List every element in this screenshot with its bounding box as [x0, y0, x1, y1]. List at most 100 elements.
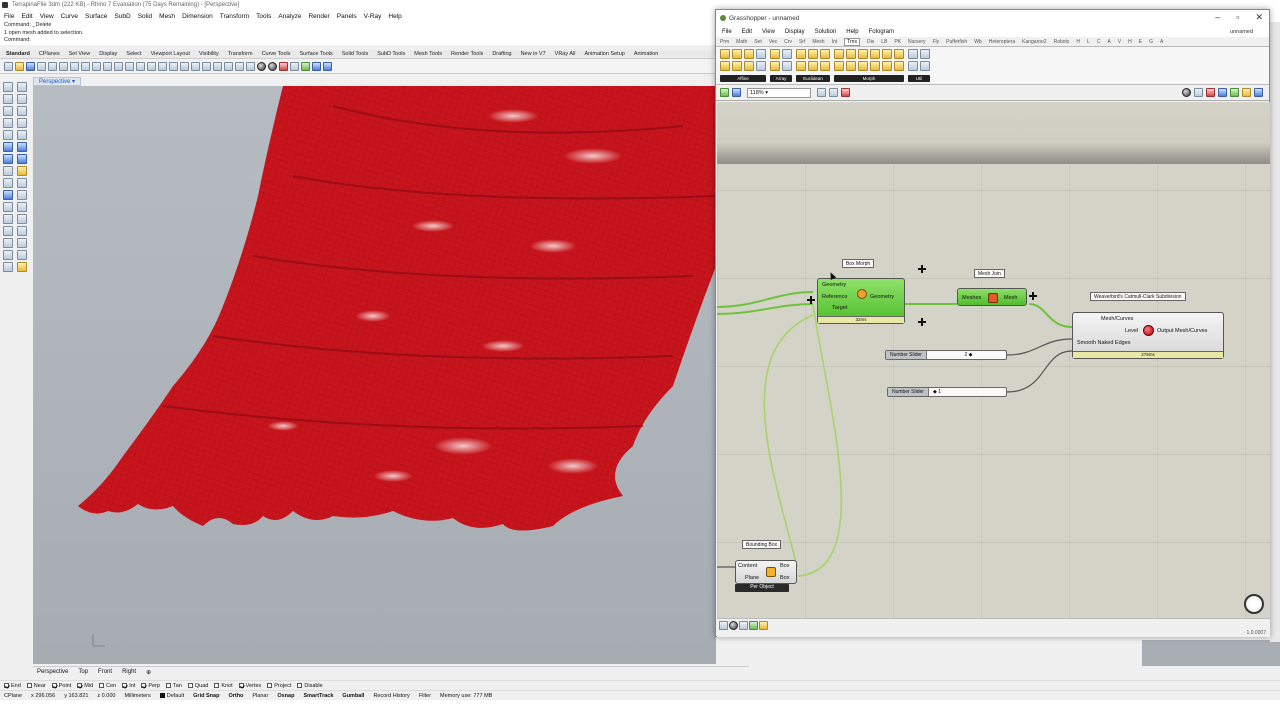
- morph-icon[interactable]: [894, 49, 904, 59]
- grasshopper-icon[interactable]: [301, 61, 310, 71]
- extrude-icon[interactable]: [17, 142, 27, 152]
- cut-icon[interactable]: [59, 61, 68, 71]
- morph-icon[interactable]: [882, 61, 892, 71]
- gh-tab[interactable]: Heteroptera: [989, 39, 1015, 45]
- gh-tab[interactable]: G: [1149, 39, 1153, 45]
- split-icon[interactable]: [3, 202, 13, 212]
- tab-display[interactable]: Display: [99, 51, 117, 57]
- grid-icon[interactable]: [180, 61, 189, 71]
- tab-subd-tools[interactable]: SubD Tools: [377, 51, 405, 57]
- minimize-icon[interactable]: –: [1215, 12, 1220, 23]
- euclidean-icon[interactable]: [796, 61, 806, 71]
- menu-analyze[interactable]: Analyze: [278, 13, 301, 20]
- offset-icon[interactable]: [17, 178, 27, 188]
- tab-render-tools[interactable]: Render Tools: [451, 51, 483, 57]
- affine-icon[interactable]: [756, 49, 766, 59]
- gh-tab[interactable]: Mesh: [812, 39, 824, 45]
- menu-tools[interactable]: Tools: [256, 13, 271, 20]
- array-icon[interactable]: [770, 49, 780, 59]
- menu-vray[interactable]: V-Ray: [364, 13, 382, 20]
- status-osnap[interactable]: Osnap: [277, 693, 294, 699]
- select-icon[interactable]: [202, 61, 211, 71]
- zoom-selected-icon[interactable]: [158, 61, 167, 71]
- tab-drafting[interactable]: Drafting: [492, 51, 511, 57]
- mesh-join-component[interactable]: Meshes Mesh: [957, 288, 1027, 306]
- gh-tab[interactable]: Robots: [1054, 39, 1070, 45]
- catmull-clark-component[interactable]: Mesh/Curves Level Smooth Naked Edges Out…: [1072, 312, 1224, 359]
- gh-tab-trns[interactable]: Trns: [844, 37, 860, 46]
- gh-tab[interactable]: H: [1128, 39, 1132, 45]
- layers-icon[interactable]: [235, 61, 244, 71]
- viewport-tab-right[interactable]: Right: [122, 669, 136, 675]
- fillet-icon[interactable]: [3, 178, 13, 188]
- input-mesh-curves[interactable]: Mesh/Curves: [1101, 316, 1133, 322]
- number-slider-level[interactable]: Number Slider 2 ◆: [885, 350, 1007, 360]
- tab-solid-tools[interactable]: Solid Tools: [342, 51, 369, 57]
- boolean-union-icon[interactable]: [3, 190, 13, 200]
- osnap-cen[interactable]: Cen: [99, 683, 116, 689]
- preview-quality-icon[interactable]: [1230, 88, 1239, 97]
- vray-icon[interactable]: [312, 61, 321, 71]
- navigation-compass-icon[interactable]: [1244, 594, 1264, 614]
- osnap-checkbox[interactable]: [297, 683, 303, 688]
- status-layer[interactable]: Default: [159, 693, 184, 699]
- menu-edit[interactable]: Edit: [21, 13, 32, 20]
- osnap-checkbox[interactable]: [26, 683, 32, 688]
- lock-icon[interactable]: [213, 61, 222, 71]
- menu-mesh[interactable]: Mesh: [159, 13, 175, 20]
- tab-animation[interactable]: Animation: [634, 51, 658, 57]
- explode-icon[interactable]: [3, 214, 13, 224]
- gh-tab[interactable]: Nursery: [908, 39, 926, 45]
- gh-tab[interactable]: Dis: [867, 39, 874, 45]
- morph-icon[interactable]: [858, 61, 868, 71]
- tab-transform[interactable]: Transform: [228, 51, 253, 57]
- gh-tab[interactable]: L: [1087, 39, 1090, 45]
- gh-menu-solution[interactable]: Solution: [815, 29, 837, 35]
- dimension-icon[interactable]: [3, 250, 13, 260]
- gh-tab[interactable]: Prm: [720, 39, 729, 45]
- status-planar[interactable]: Planar: [252, 693, 268, 699]
- ellipse-icon[interactable]: [3, 130, 13, 140]
- input-meshes[interactable]: Meshes: [962, 295, 981, 301]
- mesh-join-handle[interactable]: [1029, 292, 1037, 300]
- output-geometry[interactable]: Geometry: [870, 294, 894, 300]
- preview-settings-icon[interactable]: [1254, 88, 1263, 97]
- analyze-icon[interactable]: [17, 250, 27, 260]
- new-file-icon[interactable]: [4, 61, 13, 71]
- gh-tab[interactable]: C: [1097, 39, 1101, 45]
- array-icon[interactable]: [770, 61, 780, 71]
- tab-set-view[interactable]: Set View: [69, 51, 91, 57]
- zoom-extents-icon[interactable]: [147, 61, 156, 71]
- osnap-near[interactable]: Near: [26, 683, 46, 689]
- trim-icon[interactable]: [17, 190, 27, 200]
- morph-icon[interactable]: [846, 49, 856, 59]
- osnap-disable[interactable]: Disable: [297, 683, 323, 689]
- status-ortho[interactable]: Ortho: [228, 693, 243, 699]
- solid-box-icon[interactable]: [3, 154, 13, 164]
- circle-icon[interactable]: [3, 118, 13, 128]
- gh-tab[interactable]: Vec: [769, 39, 777, 45]
- tab-surface-tools[interactable]: Surface Tools: [300, 51, 333, 57]
- euclidean-icon[interactable]: [820, 49, 830, 59]
- affine-icon[interactable]: [732, 49, 742, 59]
- gh-menu-view[interactable]: View: [762, 29, 775, 35]
- menu-surface[interactable]: Surface: [85, 13, 107, 20]
- output-box[interactable]: Box: [780, 575, 789, 581]
- morph-icon[interactable]: [882, 49, 892, 59]
- zoom-dropdown[interactable]: 118% ▾: [747, 87, 811, 98]
- output-mesh[interactable]: Mesh: [1004, 295, 1017, 301]
- preview-color-icon[interactable]: [1242, 88, 1251, 97]
- tab-standard[interactable]: Standard: [6, 51, 30, 57]
- save-icon[interactable]: [732, 88, 741, 97]
- menu-render[interactable]: Render: [308, 13, 329, 20]
- close-icon[interactable]: ✕: [1255, 12, 1263, 23]
- output-box[interactable]: Box: [780, 563, 789, 569]
- gh-tab[interactable]: V: [1118, 39, 1121, 45]
- osnap-checkbox[interactable]: [238, 683, 244, 688]
- box-morph-handle[interactable]: [807, 296, 815, 304]
- light-icon[interactable]: [246, 61, 255, 71]
- osnap-checkbox[interactable]: [99, 683, 105, 688]
- gh-tab[interactable]: Crv: [784, 39, 792, 45]
- properties-icon[interactable]: [224, 61, 233, 71]
- paste-icon[interactable]: [81, 61, 90, 71]
